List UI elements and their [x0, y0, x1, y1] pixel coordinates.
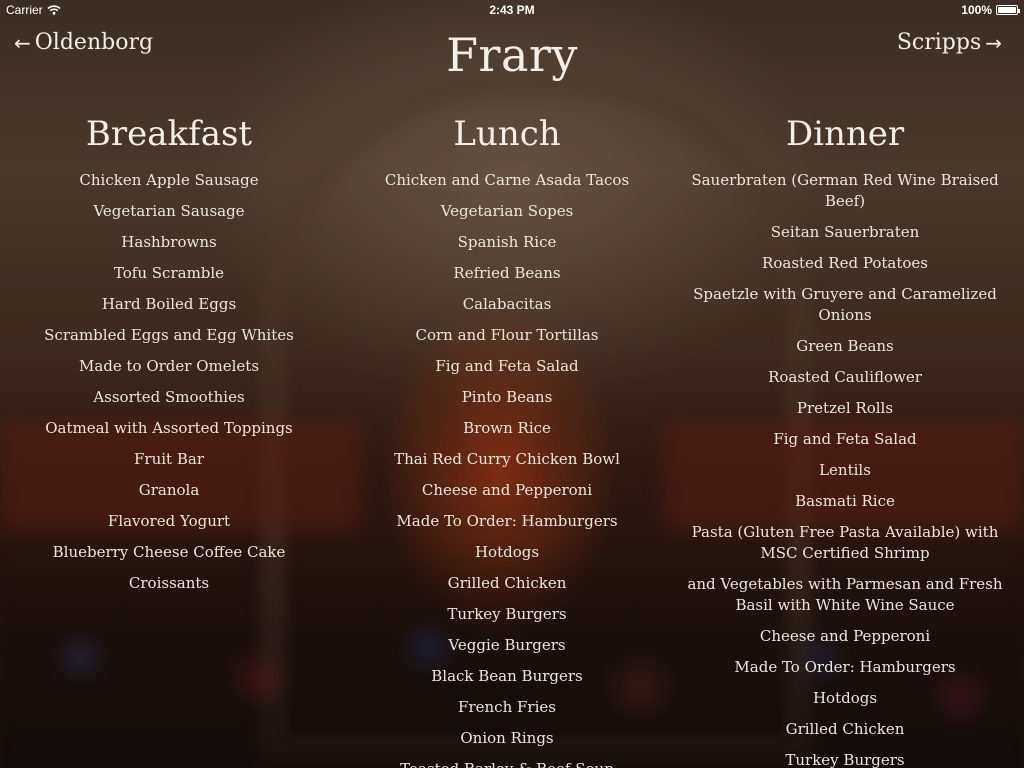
menu-item: Refried Beans: [453, 264, 561, 282]
menu-item: Spaetzle with Gruyere and Caramelized On…: [693, 285, 997, 324]
menu-item: Tofu Scramble: [113, 264, 225, 282]
menu-item: French Fries: [458, 698, 556, 716]
menu-item: Green Beans: [796, 337, 894, 355]
menu-item: Grilled Chicken: [447, 574, 567, 592]
menu-item: Hard Boiled Eggs: [101, 295, 237, 313]
menu-item: Toasted Barley & Beef Soup: [376, 759, 638, 768]
meals-container: Breakfast Chicken Apple Sausage Vegetaria…: [0, 112, 1024, 768]
menu-item: Assorted Smoothies: [93, 388, 245, 406]
menu-item: Oatmeal with Assorted Toppings: [45, 419, 293, 437]
meal-heading-lunch: Lunch: [453, 114, 561, 154]
menu-item: Chicken Apple Sausage: [79, 171, 259, 189]
menu-item: Veggie Burgers: [448, 636, 566, 654]
menu-item: Spanish Rice: [457, 233, 557, 251]
menu-item: Turkey Burgers: [447, 605, 567, 623]
menu-item: Lentils: [819, 461, 871, 479]
meal-column-lunch: Lunch Chicken and Carne Asada Tacos Veget…: [376, 112, 638, 768]
menu-item: Cheese and Pepperoni: [421, 481, 593, 499]
menu-item: Turkey Burgers: [785, 751, 905, 768]
menu-item: Pinto Beans: [461, 388, 553, 406]
menu-item: Roasted Cauliflower: [768, 368, 922, 386]
menu-item: Granola: [138, 481, 200, 499]
menu-item: Vegetarian Sopes: [440, 202, 574, 220]
menu-item: Made To Order: Hamburgers: [396, 512, 618, 530]
menu-item: Made To Order: Hamburgers: [734, 658, 956, 676]
menu-item: Calabacitas: [462, 295, 552, 313]
menu-item: Cheese and Pepperoni: [759, 627, 931, 645]
menu-item: Flavored Yogurt: [107, 512, 231, 530]
menu-item: Brown Rice: [463, 419, 551, 437]
menu-item: Chicken and Carne Asada Tacos: [384, 171, 630, 189]
meal-column-breakfast: Breakfast Chicken Apple Sausage Vegetaria…: [44, 112, 294, 604]
menu-item: Hotdogs: [474, 543, 540, 561]
menu-item: Blueberry Cheese Coffee Cake: [52, 543, 286, 561]
next-hall-button[interactable]: Scripps →: [897, 30, 1002, 55]
menu-item: Made to Order Omelets: [78, 357, 260, 375]
menu-item: Hotdogs: [812, 689, 878, 707]
meal-list-lunch: Chicken and Carne Asada Tacos Vegetarian …: [376, 170, 638, 768]
meal-heading-breakfast: Breakfast: [85, 114, 253, 154]
menu-item: Vegetarian Sausage: [93, 202, 245, 220]
menu-item: Fig and Feta Salad: [435, 357, 579, 375]
menu-item: Fruit Bar: [134, 450, 204, 468]
menu-item: Pasta (Gluten Free Pasta Available) with…: [691, 523, 999, 562]
menu-item: Basmati Rice: [795, 492, 895, 510]
menu-item: Corn and Flour Tortillas: [415, 326, 599, 344]
menu-item: Sauerbraten (German Red Wine Braised Bee…: [691, 171, 999, 210]
menu-item: Hashbrowns: [121, 233, 217, 251]
menu-item: Pretzel Rolls: [796, 399, 894, 417]
meal-list-breakfast: Chicken Apple Sausage Vegetarian Sausage H…: [44, 170, 294, 594]
page-title: Frary: [446, 28, 578, 82]
menu-item: and Vegetables with Parmesan and Fresh B…: [687, 575, 1003, 614]
menu-item: Scrambled Eggs and Egg Whites: [44, 326, 294, 344]
menu-item: Onion Rings: [460, 729, 554, 747]
menu-item: Thai Red Curry Chicken Bowl: [394, 450, 620, 468]
menu-item: Roasted Red Potatoes: [762, 254, 928, 272]
next-hall-label: Scripps: [896, 30, 982, 55]
menu-item: Grilled Chicken: [785, 720, 905, 738]
meal-heading-dinner: Dinner: [785, 114, 905, 154]
meal-list-dinner: Sauerbraten (German Red Wine Braised Bee…: [684, 170, 1006, 768]
dining-hall-navigation: ← Oldenborg Frary Scripps →: [0, 0, 1024, 110]
menu-item: Black Bean Burgers: [431, 667, 583, 685]
menu-item: Fig and Feta Salad: [773, 430, 917, 448]
menu-item: Croissants: [128, 574, 210, 592]
menu-item: Seitan Sauerbraten: [770, 223, 920, 241]
arrow-right-icon: →: [985, 30, 1002, 55]
meal-column-dinner: Dinner Sauerbraten (German Red Wine Brai…: [684, 112, 1006, 768]
